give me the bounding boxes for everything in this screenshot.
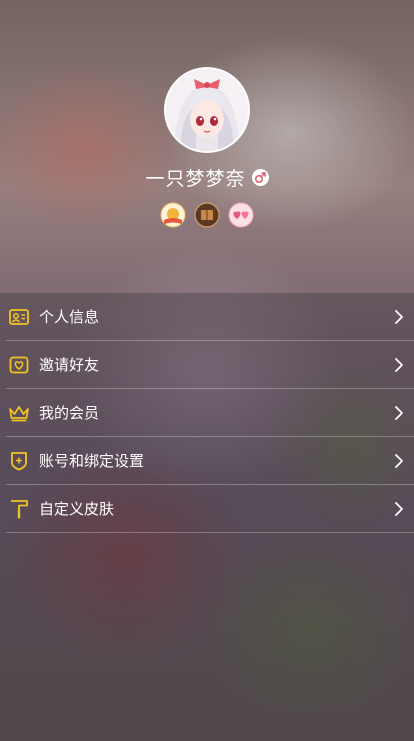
crown-icon — [8, 402, 30, 424]
username-row: 一只梦梦奈 — [0, 162, 414, 192]
menu-item-custom-skin[interactable]: 自定义皮肤 — [6, 485, 414, 533]
avatar[interactable] — [164, 67, 250, 153]
badge-row — [0, 202, 414, 228]
chevron-right-icon — [395, 357, 403, 372]
menu-item-invite-friends[interactable]: 邀请好友 — [6, 341, 414, 389]
sun-badge-icon[interactable] — [160, 202, 186, 228]
menu-label: 账号和绑定设置 — [39, 452, 145, 470]
paint-roller-icon — [8, 498, 30, 520]
menu-label: 邀请好友 — [39, 356, 100, 374]
menu-label: 自定义皮肤 — [39, 500, 115, 518]
shield-plus-icon — [8, 450, 30, 472]
profile-header: 一只梦梦奈 — [0, 0, 414, 292]
male-gender-icon — [251, 168, 269, 186]
id-card-icon — [8, 306, 30, 328]
settings-menu: 个人信息 邀请好友 我的会员 账号和绑定设置 自定义皮肤 — [0, 293, 414, 741]
chevron-right-icon — [395, 501, 403, 516]
menu-label: 我的会员 — [39, 404, 100, 422]
chevron-right-icon — [395, 309, 403, 324]
chevron-right-icon — [395, 453, 403, 468]
username: 一只梦梦奈 — [145, 167, 246, 190]
book-badge-icon[interactable] — [194, 202, 220, 228]
menu-item-personal-info[interactable]: 个人信息 — [6, 293, 414, 341]
hearts-badge-icon[interactable] — [228, 202, 254, 228]
menu-item-my-membership[interactable]: 我的会员 — [6, 389, 414, 437]
invite-heart-icon — [8, 354, 30, 376]
menu-label: 个人信息 — [39, 308, 100, 326]
menu-item-account-binding[interactable]: 账号和绑定设置 — [6, 437, 414, 485]
chevron-right-icon — [395, 405, 403, 420]
